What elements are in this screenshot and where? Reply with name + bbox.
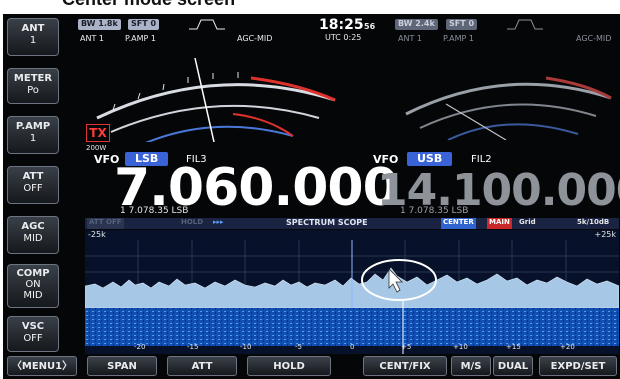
dual-button[interactable]: DUAL [493,356,533,376]
span-button[interactable]: SPAN [87,356,157,376]
vsc-key[interactable]: VSC OFF [7,316,59,352]
tick-plus-20: +20 [560,343,575,351]
tick-minus-20: -20 [134,343,146,351]
spectrum-graph [85,240,619,354]
clock-seconds: 56 [364,22,376,31]
meter-key[interactable]: METER Po [7,68,59,104]
pamp-key-label: P.AMP [15,121,51,132]
clock-utc: UTC 0:25 [325,33,362,42]
pamp-key[interactable]: P.AMP 1 [7,116,59,154]
comp-key-level: MID [23,290,43,301]
spectrum-play-icon: ▸▸▸ [213,218,224,226]
tx-indicator: TX [86,124,110,142]
clock-time: 18:25 [319,17,364,33]
ant-key-label: ANT [21,23,45,34]
agc-key-value: MID [23,233,43,244]
tick-minus-5: -5 [295,343,302,351]
sub-memo-info: 1 7.078.35 LSB [400,206,469,216]
spectrum-grid-label: Grid [519,218,536,226]
agc-key-label: AGC [21,221,45,232]
ms-button[interactable]: M/S [451,356,491,376]
tick-plus-5: +5 [401,343,412,351]
main-s-meter [96,57,336,142]
agc-key[interactable]: AGC MID [7,216,59,254]
comp-key-label: COMP [16,268,50,279]
transceiver-screen: ANT 1 METER Po P.AMP 1 ATT OFF AGC MID C… [3,14,620,379]
expd-set-button[interactable]: EXPD/SET [539,356,617,376]
spectrum-hold-status: HOLD [181,218,204,226]
sub-ant-status: ANT 1 [398,34,422,43]
tick-0: 0 [350,343,355,351]
main-ant-status: ANT 1 [80,34,104,43]
comp-key[interactable]: COMP ON MID [7,264,59,308]
att-key-value: OFF [23,183,43,194]
sub-sft-badge: SFT 0 [446,19,478,30]
spectrum-center-mode: CENTER [441,218,476,229]
main-memo-info: 1 7.078.35 LSB [120,206,189,216]
frequency-ticks: -20 -15 -10 -5 0 +5 +10 +15 +20 [85,343,619,353]
vsc-key-value: OFF [23,333,43,344]
menu1-button[interactable]: 〈MENU1〉 [7,356,77,376]
main-agc-status: AGC-MID [237,34,273,43]
main-pamp-status: P.AMP 1 [125,34,156,43]
sub-bw-badge: BW 2.4k [395,19,438,30]
sub-s-meter [405,76,612,140]
tx-power: 200W [86,144,107,152]
spectrum-scope[interactable]: -25k +25k -20 -15 -10 -5 0 +5 +10 +15 +2… [85,230,619,354]
meter-key-value: Po [27,85,39,96]
cent-fix-button[interactable]: CENT/FIX [363,356,447,376]
main-sft-badge: SFT 0 [128,19,160,30]
meter-key-label: METER [13,73,53,84]
sub-mode-badge[interactable]: USB [407,152,453,166]
hold-button[interactable]: HOLD [247,356,331,376]
comp-key-value: ON [25,279,41,290]
page-heading: Center mode screen [0,0,620,10]
spectrum-main-badge: MAIN [487,218,512,229]
ant-key-value: 1 [29,35,37,46]
sub-agc-status: AGC-MID [576,34,612,43]
main-bw-badge: BW 1.8k [78,19,121,30]
tick-plus-15: +15 [506,343,521,351]
vsc-key-label: VSC [21,321,45,332]
spectrum-scale: 5k/10dB [577,218,610,226]
spectrum-att-status: ATT OFF [87,218,124,229]
sub-filter-shape-icon [507,19,543,30]
spectrum-status-bar: ATT OFF HOLD ▸▸▸ SPECTRUM SCOPE CENTER M… [85,218,619,229]
att-key-label: ATT [22,171,44,182]
att-key[interactable]: ATT OFF [7,166,59,204]
sub-filter-label: FIL2 [471,154,492,165]
tick-minus-15: -15 [187,343,199,351]
main-filter-shape-icon [189,19,225,30]
tick-plus-10: +10 [453,343,468,351]
pamp-key-value: 1 [29,133,37,144]
ant-key[interactable]: ANT 1 [7,18,59,56]
spectrum-title: SPECTRUM SCOPE [286,218,368,227]
att-button[interactable]: ATT [167,356,237,376]
sub-pamp-status: P.AMP 1 [443,34,474,43]
tick-minus-10: -10 [240,343,252,351]
